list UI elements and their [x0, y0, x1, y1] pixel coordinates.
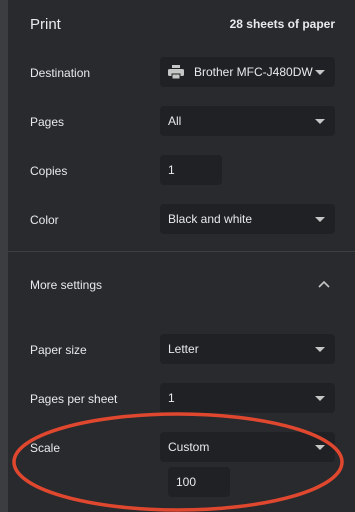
- scale-select[interactable]: Custom: [160, 432, 335, 462]
- destination-label: Destination: [30, 66, 91, 80]
- paper-size-row: Paper size Letter: [30, 334, 335, 366]
- destination-row: Destination Brother MFC-J480DW: [30, 57, 335, 89]
- printer-icon: [168, 65, 184, 80]
- pages-per-sheet-row: Pages per sheet 1: [30, 383, 335, 415]
- pages-per-sheet-label: Pages per sheet: [30, 392, 118, 406]
- more-settings-toggle[interactable]: More settings: [30, 272, 335, 298]
- paper-size-select[interactable]: Letter: [160, 334, 335, 364]
- color-value: Black and white: [168, 212, 253, 226]
- chevron-down-icon: [315, 69, 325, 75]
- color-select[interactable]: Black and white: [160, 204, 335, 234]
- destination-select[interactable]: Brother MFC-J480DW: [160, 57, 335, 87]
- scale-value: Custom: [168, 440, 210, 454]
- left-edge-strip: [0, 0, 8, 512]
- color-label: Color: [30, 213, 59, 227]
- page-title: Print: [30, 15, 61, 33]
- section-divider: [8, 251, 355, 252]
- destination-value: Brother MFC-J480DW: [194, 65, 313, 79]
- chevron-down-icon: [315, 444, 325, 450]
- more-settings-label: More settings: [30, 278, 103, 292]
- scale-custom-input[interactable]: 100: [168, 467, 230, 497]
- pages-per-sheet-value: 1: [168, 391, 175, 405]
- print-settings-panel: Print 28 sheets of paper Destination Bro…: [8, 0, 355, 512]
- color-row: Color Black and white: [30, 204, 335, 236]
- chevron-down-icon: [315, 216, 325, 222]
- chevron-down-icon: [315, 395, 325, 401]
- scale-label: Scale: [30, 441, 61, 455]
- pages-label: Pages: [30, 115, 65, 129]
- pages-row: Pages All: [30, 106, 335, 138]
- pages-value: All: [168, 114, 182, 128]
- pages-per-sheet-select[interactable]: 1: [160, 383, 335, 413]
- paper-size-label: Paper size: [30, 343, 87, 357]
- chevron-down-icon: [315, 346, 325, 352]
- paper-size-value: Letter: [168, 342, 199, 356]
- pages-select[interactable]: All: [160, 106, 335, 136]
- copies-row: Copies 1: [30, 155, 335, 187]
- chevron-down-icon: [315, 118, 325, 124]
- scale-row: Scale Custom: [30, 432, 335, 464]
- chevron-up-icon: [318, 280, 330, 288]
- print-header: Print 28 sheets of paper: [30, 14, 335, 34]
- sheet-count: 28 sheets of paper: [229, 17, 335, 31]
- copies-input[interactable]: 1: [160, 155, 222, 185]
- copies-label: Copies: [30, 164, 68, 178]
